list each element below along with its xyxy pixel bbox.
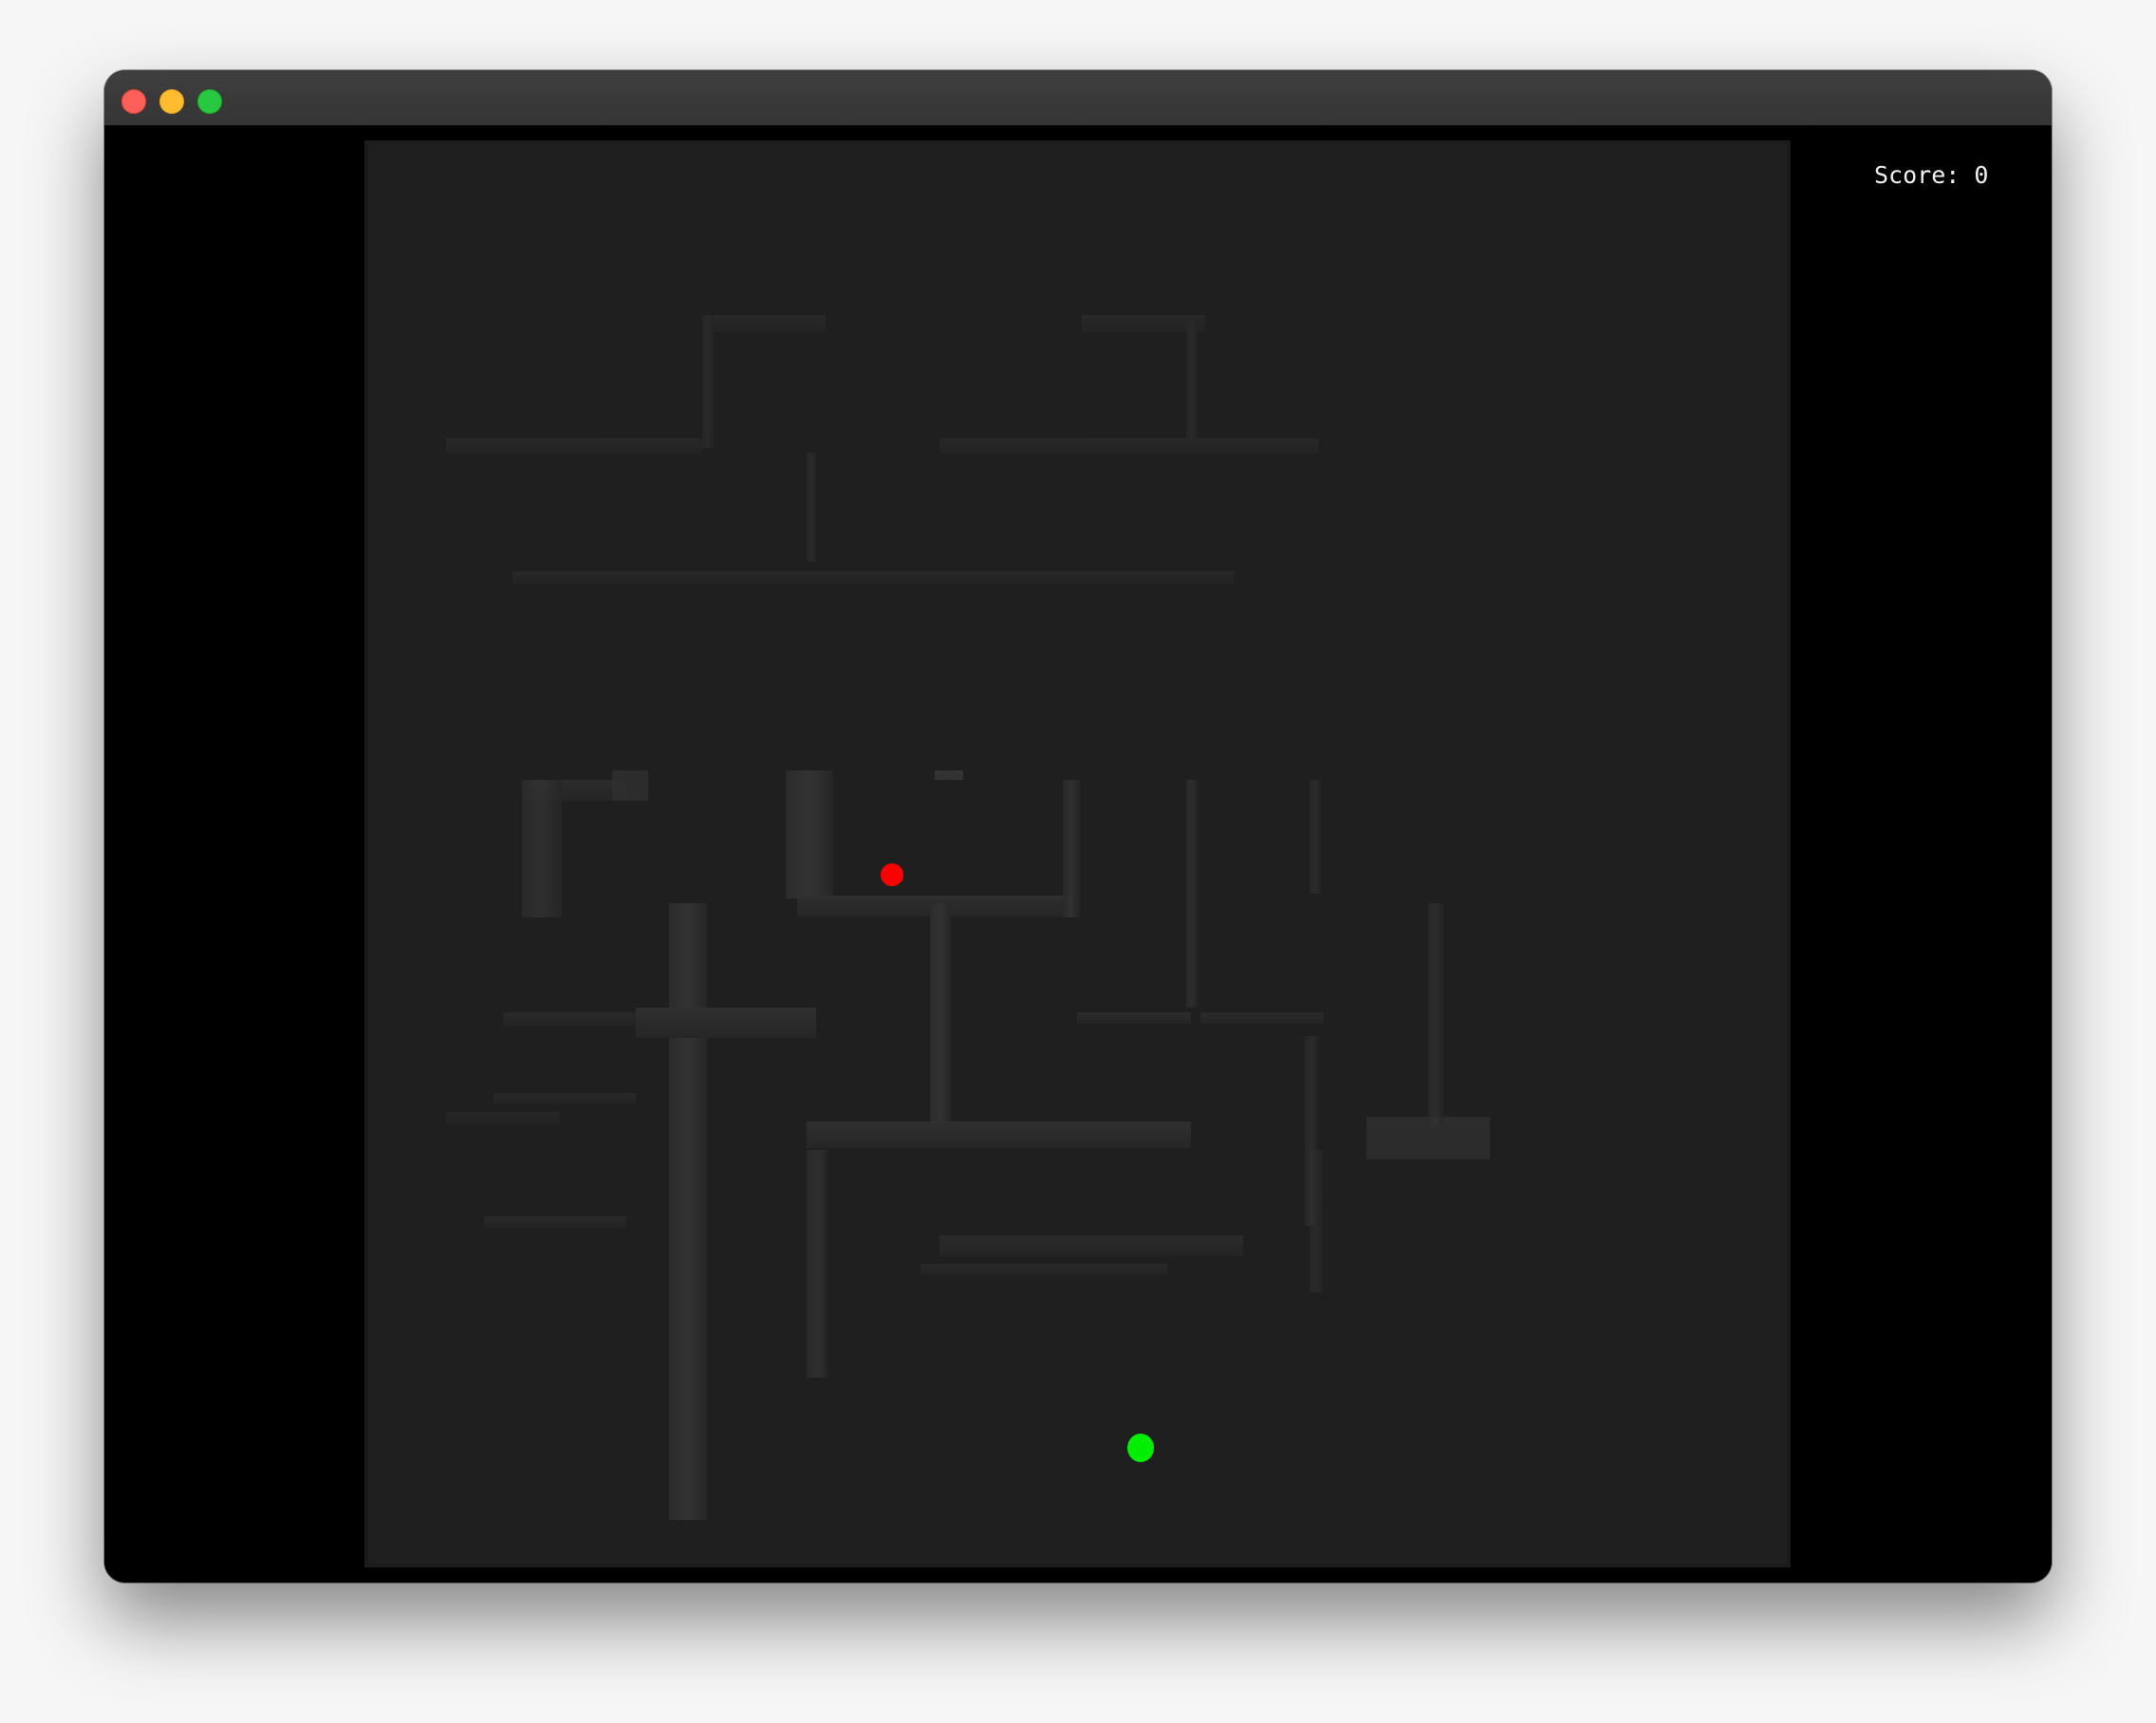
score-display: Score: 0 bbox=[1874, 161, 1989, 189]
game-canvas[interactable]: Score: 0 bbox=[104, 125, 2052, 1583]
enemy-dot bbox=[881, 863, 903, 886]
player-dot bbox=[1127, 1434, 1154, 1462]
maze-board bbox=[364, 140, 1791, 1567]
close-window-button[interactable] bbox=[121, 89, 146, 114]
minimize-window-button[interactable] bbox=[159, 89, 184, 114]
title-bar[interactable] bbox=[104, 70, 2052, 126]
maximize-window-button[interactable] bbox=[197, 89, 222, 114]
game-window: Score: 0 bbox=[104, 70, 2052, 1583]
